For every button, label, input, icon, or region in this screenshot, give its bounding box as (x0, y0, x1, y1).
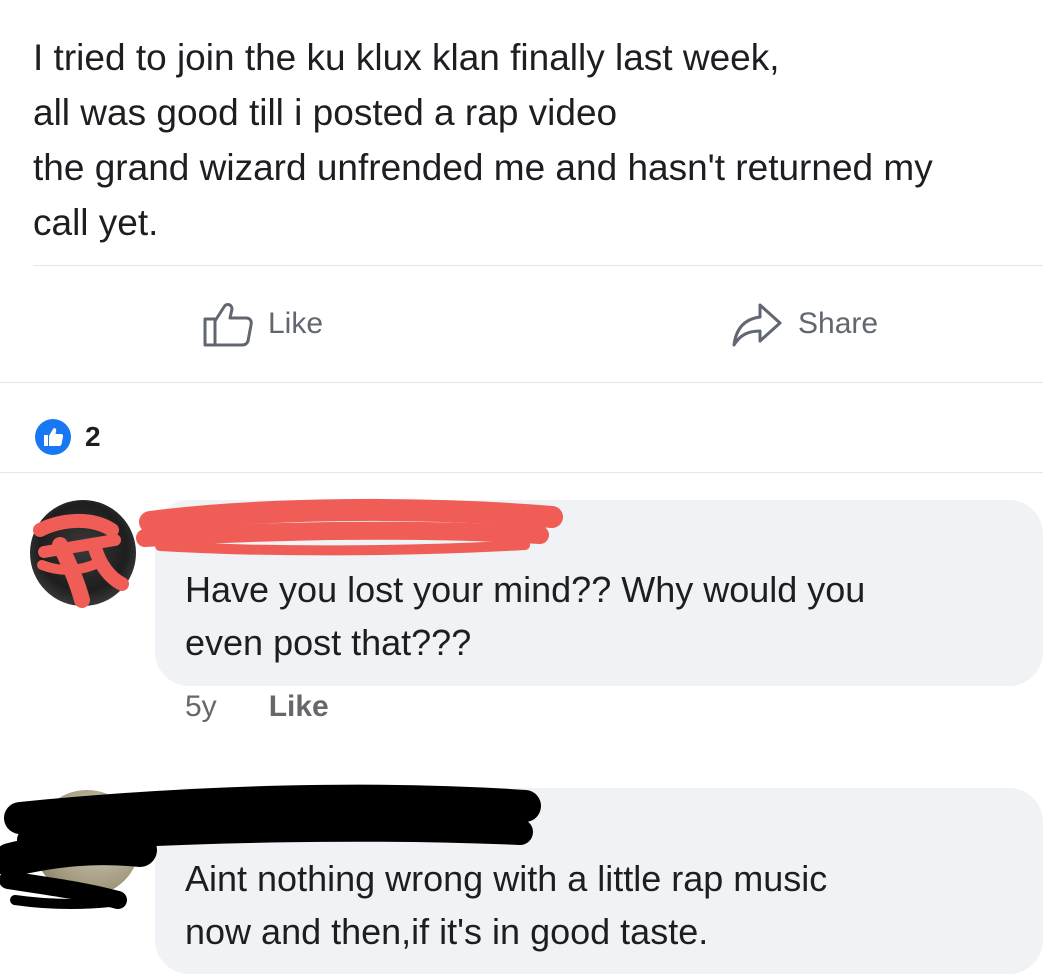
comment-author[interactable]: er (505, 806, 533, 840)
like-label: Like (268, 307, 324, 340)
thumbs-up-icon (202, 299, 254, 349)
comment-line: Aint nothing wrong with a little rap mus… (185, 858, 828, 899)
comment-meta: 5y Like (185, 690, 329, 724)
like-reaction-icon (35, 419, 71, 455)
comment-timestamp[interactable]: 5y (185, 690, 217, 724)
post-line: all was good till i posted a rap video (33, 92, 618, 133)
divider-bottom (0, 472, 1043, 473)
comment-line: now and then,if it's in good taste. (185, 911, 709, 952)
comment-avatar[interactable] (34, 790, 140, 896)
divider-middle (0, 382, 1043, 383)
share-label: Share (798, 307, 879, 340)
comment-avatar[interactable] (30, 500, 136, 606)
comment-like-button[interactable]: Like (269, 690, 329, 724)
comment-text: Aint nothing wrong with a little rap mus… (185, 852, 827, 958)
reactions-summary[interactable]: 2 (35, 418, 101, 456)
post-line: I tried to join the ku klux klan finally… (33, 37, 780, 78)
comment-line: even post that??? (185, 622, 472, 663)
like-button[interactable]: Like (202, 296, 323, 352)
comment-text: Have you lost your mind?? Why would you … (185, 563, 865, 669)
post-line: the grand wizard unfrended me and hasn't… (33, 147, 933, 188)
divider-top (33, 265, 1043, 266)
post-line: call yet. (33, 202, 159, 243)
comment-line: Have you lost your mind?? Why would you (185, 569, 866, 610)
reaction-count: 2 (85, 421, 101, 452)
post-text: I tried to join the ku klux klan finally… (33, 30, 1043, 250)
share-button[interactable]: Share (730, 296, 878, 352)
share-arrow-icon (730, 299, 784, 349)
